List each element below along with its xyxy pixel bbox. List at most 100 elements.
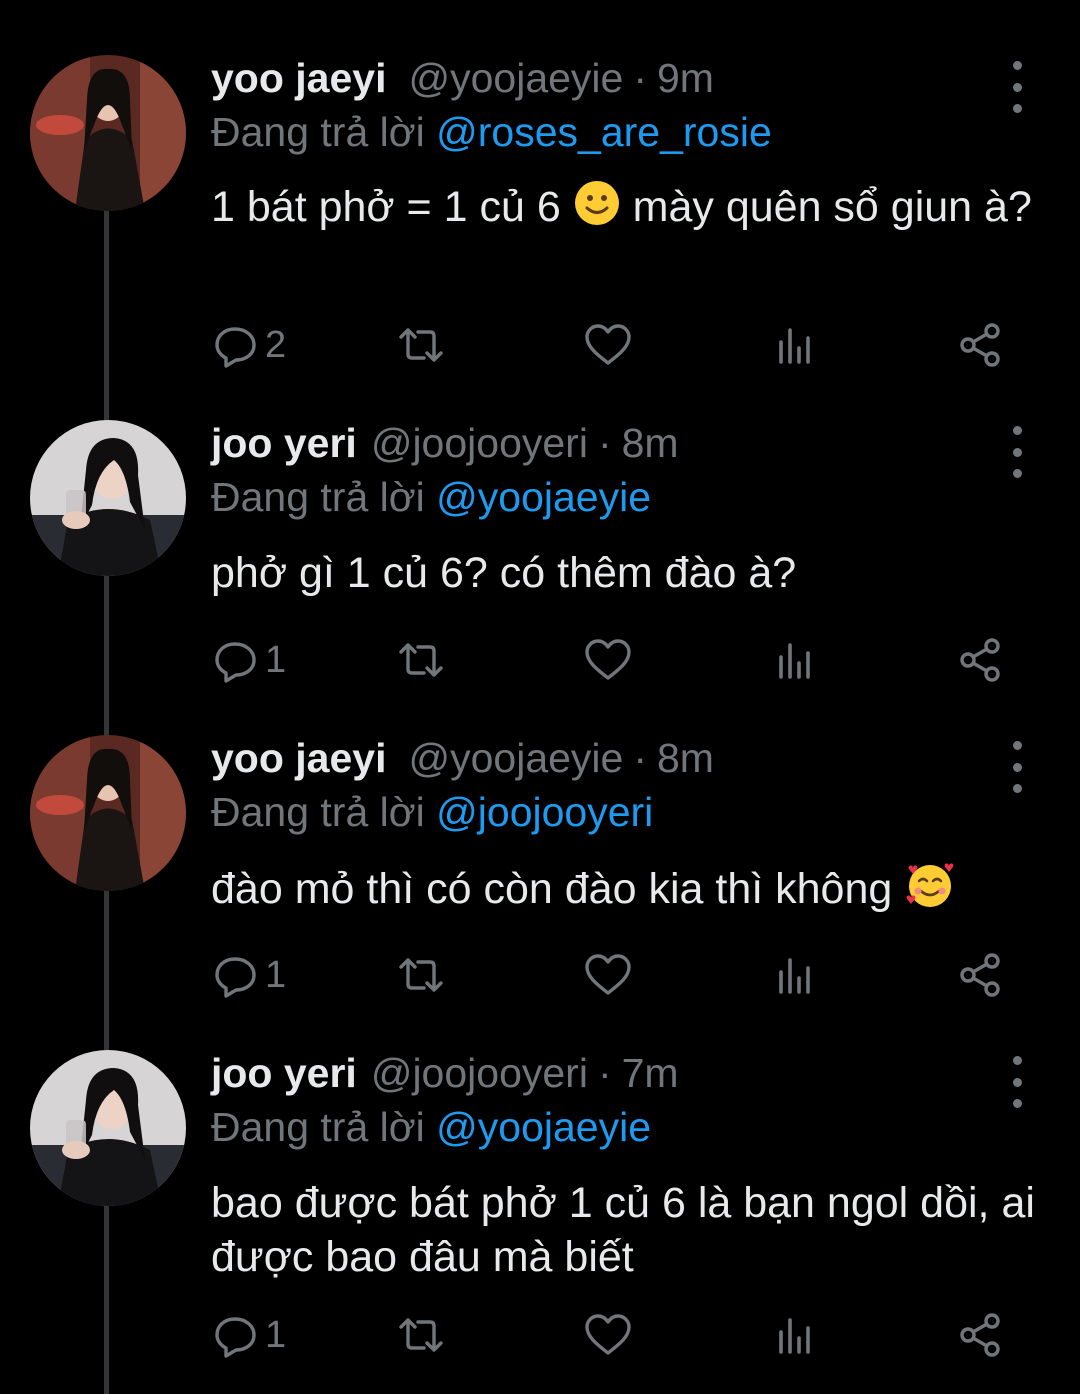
views-button[interactable] [771,950,821,1000]
replying-label: Đang trả lời [211,789,425,835]
reply-count: 1 [265,1313,287,1356]
like-button[interactable] [583,320,633,370]
views-button[interactable] [771,1310,821,1360]
tweet-header: yoo jaeyi @yoojaeyie · 9m [211,55,714,111]
share-icon [960,953,1000,997]
reply-button[interactable]: 2 [211,320,286,370]
views-icon [779,328,810,364]
like-button[interactable] [583,1310,633,1360]
tweet-actions: 1 [211,635,1041,685]
user-handle[interactable]: @yoojaeyie [408,55,623,102]
tweet-text-part: phở gì 1 củ 6? có thêm đào à? [211,549,797,597]
share-icon [960,638,1000,682]
replying-to-line: Đang trả lời @joojooyeri [211,789,653,836]
tweet-text-part: bao được bát phở 1 củ 6 là bạn ngol dồi,… [211,1179,1035,1281]
share-button[interactable] [956,950,1006,1000]
share-button[interactable] [956,635,1006,685]
timestamp[interactable]: 9m [657,55,714,102]
replying-label: Đang trả lời [211,1104,425,1150]
reply-count: 1 [265,953,287,996]
share-icon [960,1313,1000,1357]
retweet-icon [399,958,443,992]
avatar[interactable] [30,420,186,576]
retweet-button[interactable] [396,950,446,1000]
more-options-button[interactable] [1000,61,1034,113]
reply-icon [215,327,256,368]
tweet-text: bao được bát phở 1 củ 6 là bạn ngol dồi,… [211,1176,1051,1284]
more-vertical-icon [1012,1056,1022,1065]
reply-icon [215,642,256,683]
views-icon [779,643,810,679]
more-vertical-icon [1012,61,1022,70]
tweet-header: yoo jaeyi @yoojaeyie · 8m [211,735,714,791]
views-button[interactable] [771,635,821,685]
tweet-text: đào mỏ thì có còn đào kia thì không [211,861,1051,922]
replying-to-line: Đang trả lời @roses_are_rosie [211,109,772,156]
more-options-button[interactable] [1000,426,1034,478]
like-icon [585,954,631,995]
display-name[interactable]: joo yeri [211,420,357,467]
retweet-button[interactable] [396,635,446,685]
smiling-face-with-hearts-emoji [904,861,956,922]
tweet-text: 1 bát phở = 1 củ 6 mày quên sổ giun à? [211,179,1051,240]
tweet-text-part: mày quên sổ giun à? [620,183,1032,231]
timestamp[interactable]: 7m [622,1050,679,1097]
more-options-button[interactable] [1000,1056,1034,1108]
display-name[interactable]: yoo jaeyi [211,55,386,102]
views-button[interactable] [771,320,821,370]
user-handle[interactable]: @yoojaeyie [408,735,623,782]
retweet-icon [399,1318,443,1352]
reply-button[interactable]: 1 [211,635,286,685]
share-button[interactable] [956,1310,1006,1360]
more-vertical-icon [1012,741,1022,750]
tweet-header: joo yeri @joojooyeri · 7m [211,1050,679,1106]
display-name[interactable]: yoo jaeyi [211,735,386,782]
like-button[interactable] [583,950,633,1000]
mention-link[interactable]: @roses_are_rosie [436,109,772,155]
share-icon [960,323,1000,367]
display-name[interactable]: joo yeri [211,1050,357,1097]
avatar[interactable] [30,735,186,891]
tweet-actions: 2 [211,320,1041,370]
more-vertical-icon [1012,426,1022,435]
tweet-text-part: 1 bát phở = 1 củ 6 [211,183,573,231]
separator-dot: · [633,735,647,781]
reply-icon [215,957,256,998]
slightly-smiling-face-emoji [573,179,621,240]
retweet-icon [399,328,443,362]
share-button[interactable] [956,320,1006,370]
mention-link[interactable]: @yoojaeyie [436,474,651,520]
user-handle[interactable]: @joojooyeri [371,1050,588,1097]
reply-count: 2 [265,323,287,366]
replying-label: Đang trả lời [211,109,425,155]
separator-dot: · [597,420,612,466]
timestamp[interactable]: 8m [622,420,679,467]
reply-button[interactable]: 1 [211,950,286,1000]
like-icon [585,324,631,365]
reply-icon [215,1317,256,1358]
retweet-button[interactable] [396,1310,446,1360]
separator-dot: · [633,55,647,101]
views-icon [779,958,810,994]
replying-to-line: Đang trả lời @yoojaeyie [211,1104,651,1151]
mention-link[interactable]: @joojooyeri [436,789,653,835]
user-handle[interactable]: @joojooyeri [371,420,588,467]
views-icon [779,1318,810,1354]
tweet-text-part: đào mỏ thì có còn đào kia thì không [211,865,905,913]
avatar[interactable] [30,55,186,211]
reply-count: 1 [265,638,287,681]
retweet-icon [399,643,443,677]
retweet-button[interactable] [396,320,446,370]
tweet-actions: 1 [211,950,1041,1000]
timestamp[interactable]: 8m [657,735,714,782]
avatar[interactable] [30,1050,186,1206]
tweet-header: joo yeri @joojooyeri · 8m [211,420,679,476]
replying-label: Đang trả lời [211,474,425,520]
more-options-button[interactable] [1000,741,1034,793]
reply-button[interactable]: 1 [211,1310,286,1360]
tweet-text: phở gì 1 củ 6? có thêm đào à? [211,546,1051,600]
like-button[interactable] [583,635,633,685]
mention-link[interactable]: @yoojaeyie [436,1104,651,1150]
like-icon [585,1314,631,1355]
separator-dot: · [597,1050,612,1096]
